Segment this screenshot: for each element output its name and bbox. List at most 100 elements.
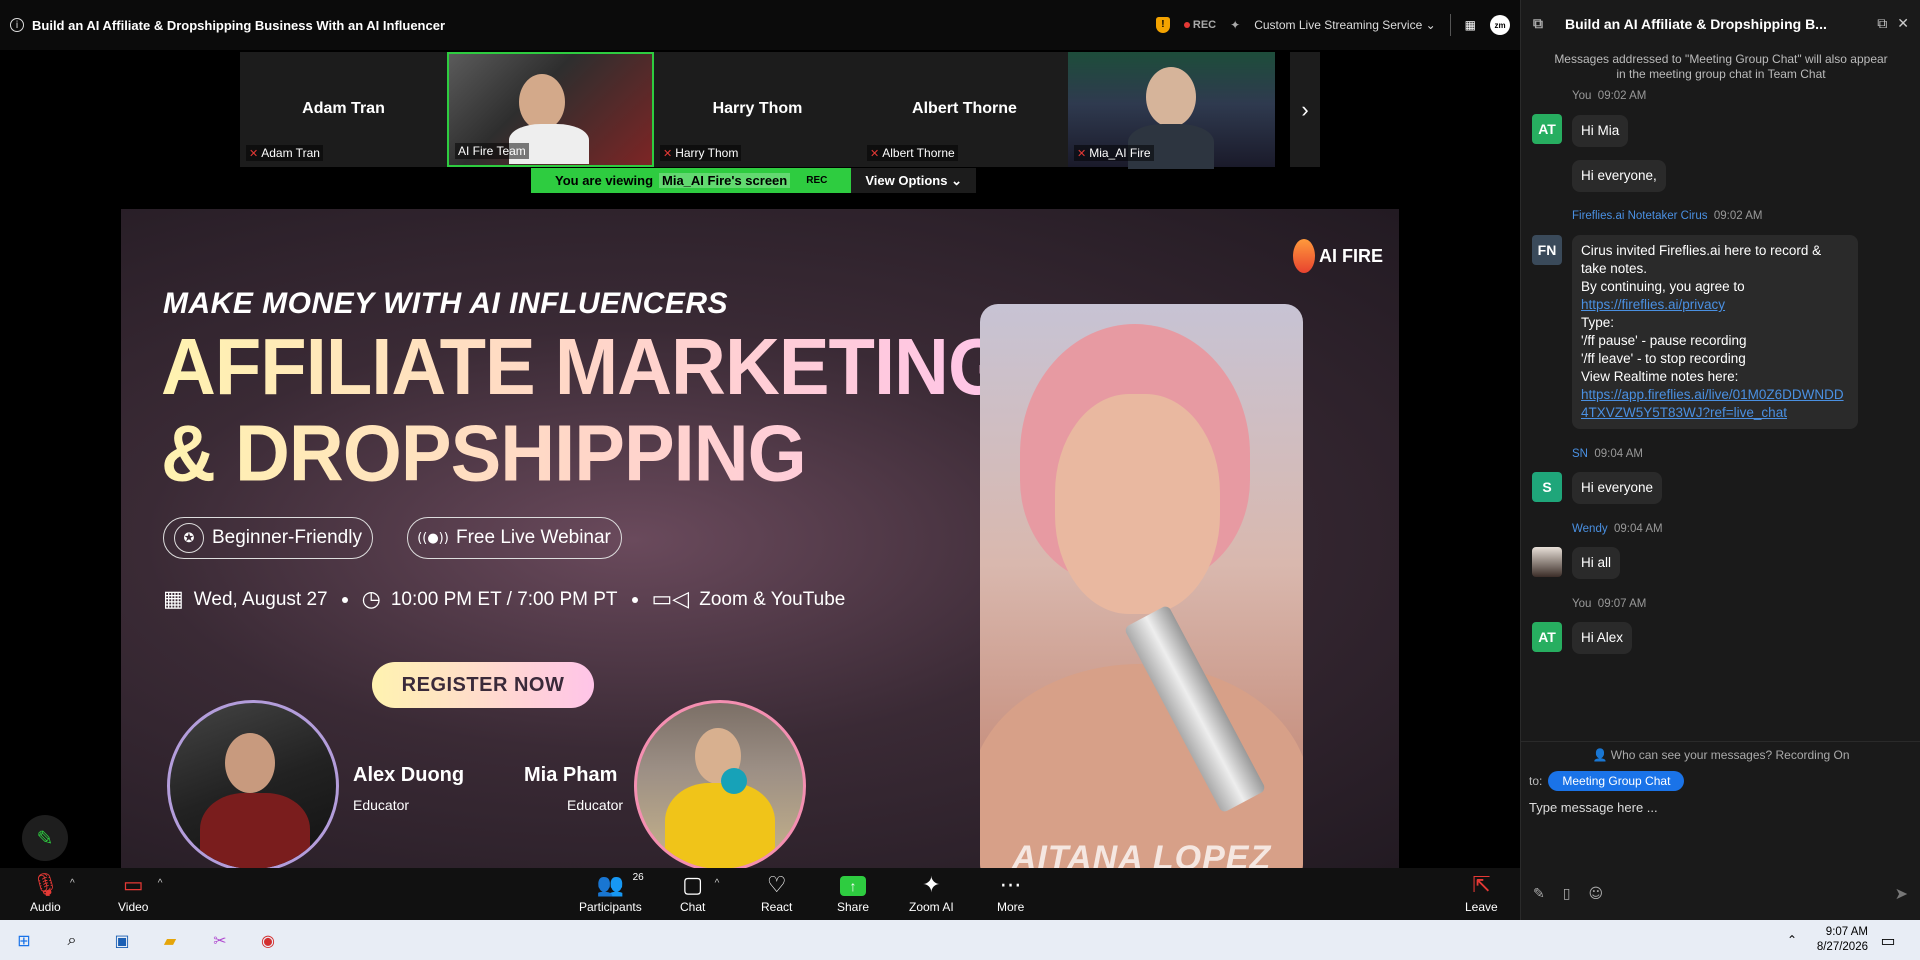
beginner-friendly-pill: ✪ Beginner-Friendly (163, 517, 373, 559)
chevron-up-icon[interactable]: ^ (158, 878, 163, 889)
system-clock[interactable]: 9:07 AM 8/27/2026 (1817, 925, 1868, 955)
chat-header: ⧉ Build an AI Affiliate & Dropshipping B… (1521, 0, 1920, 48)
avatar[interactable]: AT (1532, 622, 1562, 652)
slide-kicker: MAKE MONEY WITH AI INFLUENCERS (163, 287, 729, 320)
screen-share-banner: You are viewing Mia_AI Fire's screen REC… (531, 168, 976, 193)
recipient-row: to: Meeting Group Chat (1529, 771, 1685, 791)
more-button[interactable]: ⋯ More (997, 872, 1024, 914)
pop-out-icon[interactable]: ⧉ (1877, 16, 1887, 32)
security-shield-icon[interactable]: ! (1155, 17, 1170, 33)
participant-tile-video[interactable]: AI Fire Team (447, 52, 654, 167)
participant-tile[interactable]: Adam Tran ✕ Adam Tran (240, 52, 447, 167)
calendar-icon[interactable]: ▦ (1465, 18, 1476, 32)
rec-tag: REC (806, 175, 828, 186)
badge-icon: ✪ (174, 523, 204, 553)
participant-label: AI Fire Team (455, 143, 529, 159)
annotate-pencil-icon[interactable]: ✎ (22, 815, 68, 861)
people-icon: 👤 (1592, 748, 1608, 762)
who-can-see-link[interactable]: 👤 Who can see your messages? Recording O… (1521, 741, 1920, 762)
windows-start-icon[interactable]: ⊞ (12, 928, 36, 952)
participant-label: ✕ Mia_AI Fire (1074, 145, 1154, 161)
participant-name: Albert Thorne (912, 100, 1017, 117)
leave-door-icon: ⇱ (1472, 873, 1491, 898)
info-icon[interactable]: i (10, 18, 24, 32)
chevron-up-icon[interactable]: ⌃ (1780, 928, 1804, 952)
realtime-notes-link[interactable]: https://app.fireflies.ai/live/01M0Z6DDWN… (1581, 386, 1849, 422)
snipping-tool-icon[interactable]: ✂ (208, 928, 232, 952)
participant-name: Adam Tran (302, 100, 385, 117)
meeting-title: Build an AI Affiliate & Dropshipping Bus… (32, 17, 446, 33)
chat-message[interactable]: Hi everyone (1572, 472, 1663, 504)
speaker-name: Mia Pham (524, 764, 618, 786)
store-icon[interactable]: ▣ (110, 928, 134, 952)
shared-screen-slide: AI FIRE MAKE MONEY WITH AI INFLUENCERS A… (121, 209, 1399, 871)
message-meta: You 09:07 AM (1572, 598, 1647, 610)
viewing-label: You are viewing Mia_AI Fire's screen REC (531, 168, 852, 193)
ai-influencer-portrait: AITANA LOPEZ (980, 304, 1303, 871)
speaker-role: Educator (567, 797, 624, 813)
format-icon[interactable]: ✎ (1533, 886, 1545, 902)
calendar-icon: ▦ (163, 587, 184, 612)
speaker-photo-mia (634, 700, 806, 871)
message-input[interactable]: Type message here ... (1529, 800, 1909, 815)
participant-label: ✕ Albert Thorne (867, 145, 958, 161)
avatar[interactable] (1532, 547, 1562, 577)
chat-message[interactable]: Cirus invited Fireflies.ai here to recor… (1572, 235, 1858, 429)
leave-button[interactable]: ⇱ Leave (1465, 872, 1498, 914)
chat-compose-tools: ✎ ▯ ☺ (1533, 886, 1603, 902)
chrome-icon[interactable]: ◉ (256, 928, 280, 952)
notification-icon[interactable]: ▭ (1876, 928, 1900, 952)
zoom-ai-button[interactable]: ✦ Zoom AI (909, 872, 954, 914)
privacy-link[interactable]: https://fireflies.ai/privacy (1581, 296, 1849, 314)
audio-button[interactable]: 🎙 Audio ^ (30, 872, 75, 914)
file-explorer-icon[interactable]: ▰ (158, 928, 182, 952)
chat-message[interactable]: Hi Alex (1572, 622, 1633, 654)
chat-bubbles-icon[interactable]: ⧉ (1533, 16, 1543, 32)
share-button[interactable]: ↑ Share (837, 872, 869, 914)
participant-label: ✕ Harry Thom (660, 145, 742, 161)
emoji-icon[interactable]: ☺ (1588, 886, 1603, 902)
live-signal-icon[interactable]: ✦ (1230, 18, 1240, 32)
speaker-photo-alex (167, 700, 339, 871)
avatar[interactable]: FN (1532, 235, 1562, 265)
portrait-name: AITANA LOPEZ (1011, 839, 1272, 871)
meeting-topbar: i Build an AI Affiliate & Dropshipping B… (0, 0, 1520, 50)
speaker-role: Educator (353, 797, 410, 813)
react-button[interactable]: ♡ React (761, 872, 792, 914)
recording-indicator[interactable]: REC (1183, 19, 1216, 31)
muted-mic-icon: ✕ (663, 146, 673, 160)
avatar[interactable]: S (1532, 472, 1562, 502)
recipient-dropdown[interactable]: Meeting Group Chat (1548, 771, 1685, 791)
video-button[interactable]: ▭ Video ^ (118, 872, 162, 914)
participant-tile-video[interactable]: ✕ Mia_AI Fire (1068, 52, 1275, 169)
chat-message[interactable]: Hi everyone, (1572, 160, 1666, 192)
chevron-up-icon[interactable]: ^ (70, 878, 75, 889)
muted-mic-icon: ✕ (870, 146, 880, 160)
send-icon[interactable]: ➤ (1895, 884, 1908, 903)
live-streaming-menu[interactable]: Custom Live Streaming Service ⌄ (1254, 18, 1435, 32)
participant-tile[interactable]: Harry Thom ✕ Harry Thom (654, 52, 861, 167)
zoom-logo-icon[interactable]: zm (1490, 15, 1510, 35)
message-meta: You 09:02 AM (1572, 90, 1647, 102)
search-icon[interactable]: ⌕ (60, 928, 84, 952)
file-icon[interactable]: ▯ (1563, 886, 1571, 902)
event-details: ▦ Wed, August 27 ◷ 10:00 PM ET / 7:00 PM… (163, 587, 846, 612)
flame-icon (1293, 239, 1315, 273)
chat-button[interactable]: ▢ Chat ^ (680, 872, 719, 914)
chat-message[interactable]: Hi all (1572, 547, 1621, 579)
chat-title: Build an AI Affiliate & Dropshipping B..… (1565, 16, 1827, 32)
view-options-button[interactable]: View Options ⌄ (851, 168, 976, 193)
more-dots-icon: ⋯ (999, 873, 1022, 898)
speaker-name: Alex Duong (353, 764, 465, 786)
close-icon[interactable]: ✕ (1897, 16, 1909, 32)
next-page-chevron-icon[interactable]: › (1290, 52, 1320, 167)
chat-notice: Messages addressed to "Meeting Group Cha… (1554, 52, 1888, 81)
chat-message[interactable]: Hi Mia (1572, 115, 1629, 147)
chevron-up-icon[interactable]: ^ (715, 878, 720, 889)
participant-tile[interactable]: Albert Thorne ✕ Albert Thorne (861, 52, 1068, 167)
sparkle-icon: ✦ (922, 873, 941, 898)
meeting-toolbar: 🎙 Audio ^ ▭ Video ^ 👥 Participants 26 ▢ … (0, 868, 1520, 920)
message-meta: Wendy 09:04 AM (1572, 523, 1663, 535)
avatar[interactable]: AT (1532, 114, 1562, 144)
participants-button[interactable]: 👥 Participants 26 (579, 872, 644, 914)
